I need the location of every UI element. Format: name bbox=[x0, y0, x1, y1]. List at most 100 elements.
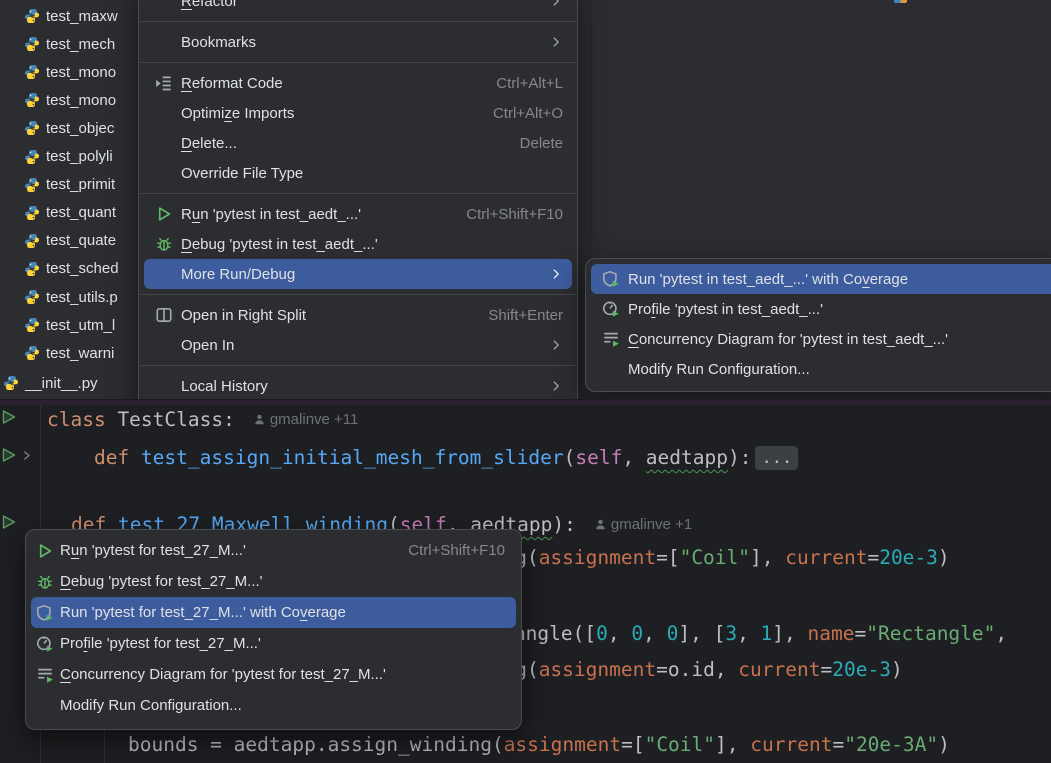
code-token: = bbox=[832, 733, 844, 756]
code-token: ], [ bbox=[678, 622, 725, 645]
submenu-arrow-icon bbox=[549, 267, 563, 281]
tree-item-test-quate[interactable]: test_quate bbox=[0, 229, 138, 253]
python-icon bbox=[24, 149, 40, 165]
icon-spacer bbox=[155, 336, 173, 354]
tree-item-test-utm-l[interactable]: test_utm_l bbox=[0, 313, 138, 337]
winding-bounds-line[interactable]: bounds = aedtapp.assign_winding(assignme… bbox=[128, 731, 950, 759]
menu-item-override-file-type[interactable]: Override File Type bbox=[139, 158, 577, 188]
tree-item-test-mech[interactable]: test_mech bbox=[0, 32, 138, 56]
menu-separator bbox=[140, 21, 576, 22]
menu-item-refactor[interactable]: Refactor bbox=[139, 0, 577, 16]
menu-item-label: More Run/Debug bbox=[181, 266, 521, 283]
menu-item-label: Optimize Imports bbox=[181, 105, 465, 122]
menu-item-more-run-debug[interactable]: More Run/Debug bbox=[144, 259, 572, 289]
menu-item-run-pytest-in-test-aedt[interactable]: Run 'pytest in test_aedt_...'Ctrl+Shift+… bbox=[139, 199, 577, 229]
menu-item-local-history[interactable]: Local History bbox=[139, 371, 577, 399]
python-icon bbox=[24, 64, 40, 80]
menu-item-concurrency-diagram-for-pytest-for-test-27-m[interactable]: Concurrency Diagram for 'pytest for test… bbox=[26, 659, 521, 690]
menu-item-optimize-imports[interactable]: Optimize ImportsCtrl+Alt+O bbox=[139, 98, 577, 128]
code-token: current bbox=[785, 546, 867, 569]
tree-item-init-py[interactable]: __init__.py bbox=[0, 371, 138, 395]
coverage-icon bbox=[36, 604, 54, 622]
code-token: ) bbox=[938, 546, 950, 569]
tree-item-test-sched[interactable]: test_sched bbox=[0, 257, 138, 281]
python-icon bbox=[24, 177, 40, 193]
menu-item-profile-pytest-in-test-aedt[interactable]: Profile 'pytest in test_aedt_...' bbox=[586, 294, 1051, 324]
python-icon bbox=[24, 8, 40, 24]
python-icon bbox=[24, 261, 40, 277]
code-token: 20e-3 bbox=[832, 658, 891, 681]
menu-separator bbox=[140, 294, 576, 295]
menu-item-delete[interactable]: Delete...Delete bbox=[139, 128, 577, 158]
menu-item-bookmarks[interactable]: Bookmarks bbox=[139, 27, 577, 57]
tree-item-test-warni[interactable]: test_warni bbox=[0, 341, 138, 365]
tree-item-test-mono[interactable]: test_mono bbox=[0, 60, 138, 84]
menu-item-concurrency-diagram-for-pytest-in-test-aedt[interactable]: Concurrency Diagram for 'pytest in test_… bbox=[586, 324, 1051, 354]
code-token: , bbox=[608, 622, 631, 645]
submenu-arrow-icon bbox=[549, 0, 563, 8]
code-token: , bbox=[715, 658, 738, 681]
tree-item-label: test_warni bbox=[46, 345, 114, 362]
menu-item-open-in[interactable]: Open In bbox=[139, 330, 577, 360]
tree-item-test-maxw[interactable]: test_maxw bbox=[0, 4, 138, 28]
menu-item-shortcut: Ctrl+Shift+F10 bbox=[466, 206, 563, 223]
tree-item-label: test_primit bbox=[46, 176, 115, 193]
tree-item-test-primit[interactable]: test_primit bbox=[0, 173, 138, 197]
menu-item-run-pytest-for-test-27-m-with-coverage[interactable]: Run 'pytest for test_27_M...' with Cover… bbox=[31, 597, 516, 628]
menu-item-label: Delete... bbox=[181, 135, 492, 152]
run-test-icon[interactable] bbox=[1, 514, 17, 530]
tree-item-label: __init__.py bbox=[25, 375, 98, 392]
menu-item-open-in-right-split[interactable]: Open in Right SplitShift+Enter bbox=[139, 300, 577, 330]
tree-item-test-mono[interactable]: test_mono bbox=[0, 88, 138, 112]
author-annotation[interactable]: gmalinve +1 bbox=[594, 516, 692, 533]
code-token: 0 bbox=[631, 622, 643, 645]
code-token: = bbox=[820, 658, 832, 681]
menu-item-label: Open In bbox=[181, 337, 521, 354]
menu-item-run-pytest-in-test-aedt-with-coverage[interactable]: Run 'pytest in test_aedt_...' with Cover… bbox=[591, 264, 1051, 294]
menu-separator bbox=[140, 62, 576, 63]
class-line[interactable]: class TestClass:gmalinve +11 bbox=[47, 406, 358, 434]
code-token: 1 bbox=[761, 622, 773, 645]
python-icon bbox=[24, 317, 40, 333]
tree-item-test-polyli[interactable]: test_polyli bbox=[0, 145, 138, 169]
tree-item-test-quant[interactable]: test_quant bbox=[0, 201, 138, 225]
menu-item-profile-pytest-for-test-27-m[interactable]: Profile 'pytest for test_27_M...' bbox=[26, 628, 521, 659]
tree-item-test-objec[interactable]: test_objec bbox=[0, 116, 138, 140]
code-token: assignment bbox=[504, 733, 621, 756]
author-annotation[interactable]: gmalinve +11 bbox=[253, 411, 359, 428]
tree-item-test-utils-p[interactable]: test_utils.p bbox=[0, 285, 138, 309]
more-run-debug-submenu: Run 'pytest in test_aedt_...' with Cover… bbox=[585, 258, 1051, 392]
panel-divider bbox=[590, 0, 591, 258]
tree-item-label: test_mono bbox=[46, 92, 116, 109]
tree-item-label: test_mono bbox=[46, 64, 116, 81]
menu-item-label: Local History bbox=[181, 378, 521, 395]
menu-item-label: Bookmarks bbox=[181, 34, 521, 51]
menu-item-run-pytest-for-test-27-m[interactable]: Run 'pytest for test_27_M...'Ctrl+Shift+… bbox=[26, 535, 521, 566]
code-token: ) bbox=[891, 658, 903, 681]
menu-item-modify-run-configuration[interactable]: Modify Run Configuration... bbox=[586, 354, 1051, 384]
menu-item-modify-run-configuration[interactable]: Modify Run Configuration... bbox=[26, 690, 521, 721]
code-token: ): bbox=[552, 513, 575, 536]
fold-chevron-icon[interactable] bbox=[21, 449, 34, 462]
menu-item-label: Concurrency Diagram for 'pytest for test… bbox=[60, 666, 505, 683]
menu-item-reformat-code[interactable]: Reformat CodeCtrl+Alt+L bbox=[139, 68, 577, 98]
menu-item-debug-pytest-in-test-aedt[interactable]: Debug 'pytest in test_aedt_...' bbox=[139, 229, 577, 259]
code-token: , bbox=[622, 446, 645, 469]
def-slider-line[interactable]: def test_assign_initial_mesh_from_slider… bbox=[47, 444, 798, 472]
menu-item-shortcut: Ctrl+Shift+F10 bbox=[408, 542, 505, 559]
code-token: = bbox=[867, 546, 879, 569]
folded-code-badge[interactable]: ... bbox=[755, 446, 798, 470]
ide-window: test_maxw test_mech test_mono test_monotest… bbox=[0, 0, 1051, 763]
run-test-icon[interactable] bbox=[1, 409, 17, 425]
run-test-icon[interactable] bbox=[1, 447, 17, 463]
python-icon bbox=[24, 36, 40, 52]
code-token: test_assign_initial_mesh_from_slider bbox=[129, 446, 563, 469]
menu-item-debug-pytest-for-test-27-m[interactable]: Debug 'pytest for test_27_M...' bbox=[26, 566, 521, 597]
code-editor[interactable]: class TestClass:gmalinve +11 def test_as… bbox=[0, 405, 1051, 763]
reformat-code-icon bbox=[155, 74, 173, 92]
code-token: assignment bbox=[539, 658, 656, 681]
menu-item-label: Run 'pytest in test_aedt_...' with Cover… bbox=[628, 271, 1050, 288]
concurrency-icon bbox=[36, 666, 54, 684]
debug-icon bbox=[155, 235, 173, 253]
code-token: = bbox=[656, 658, 668, 681]
